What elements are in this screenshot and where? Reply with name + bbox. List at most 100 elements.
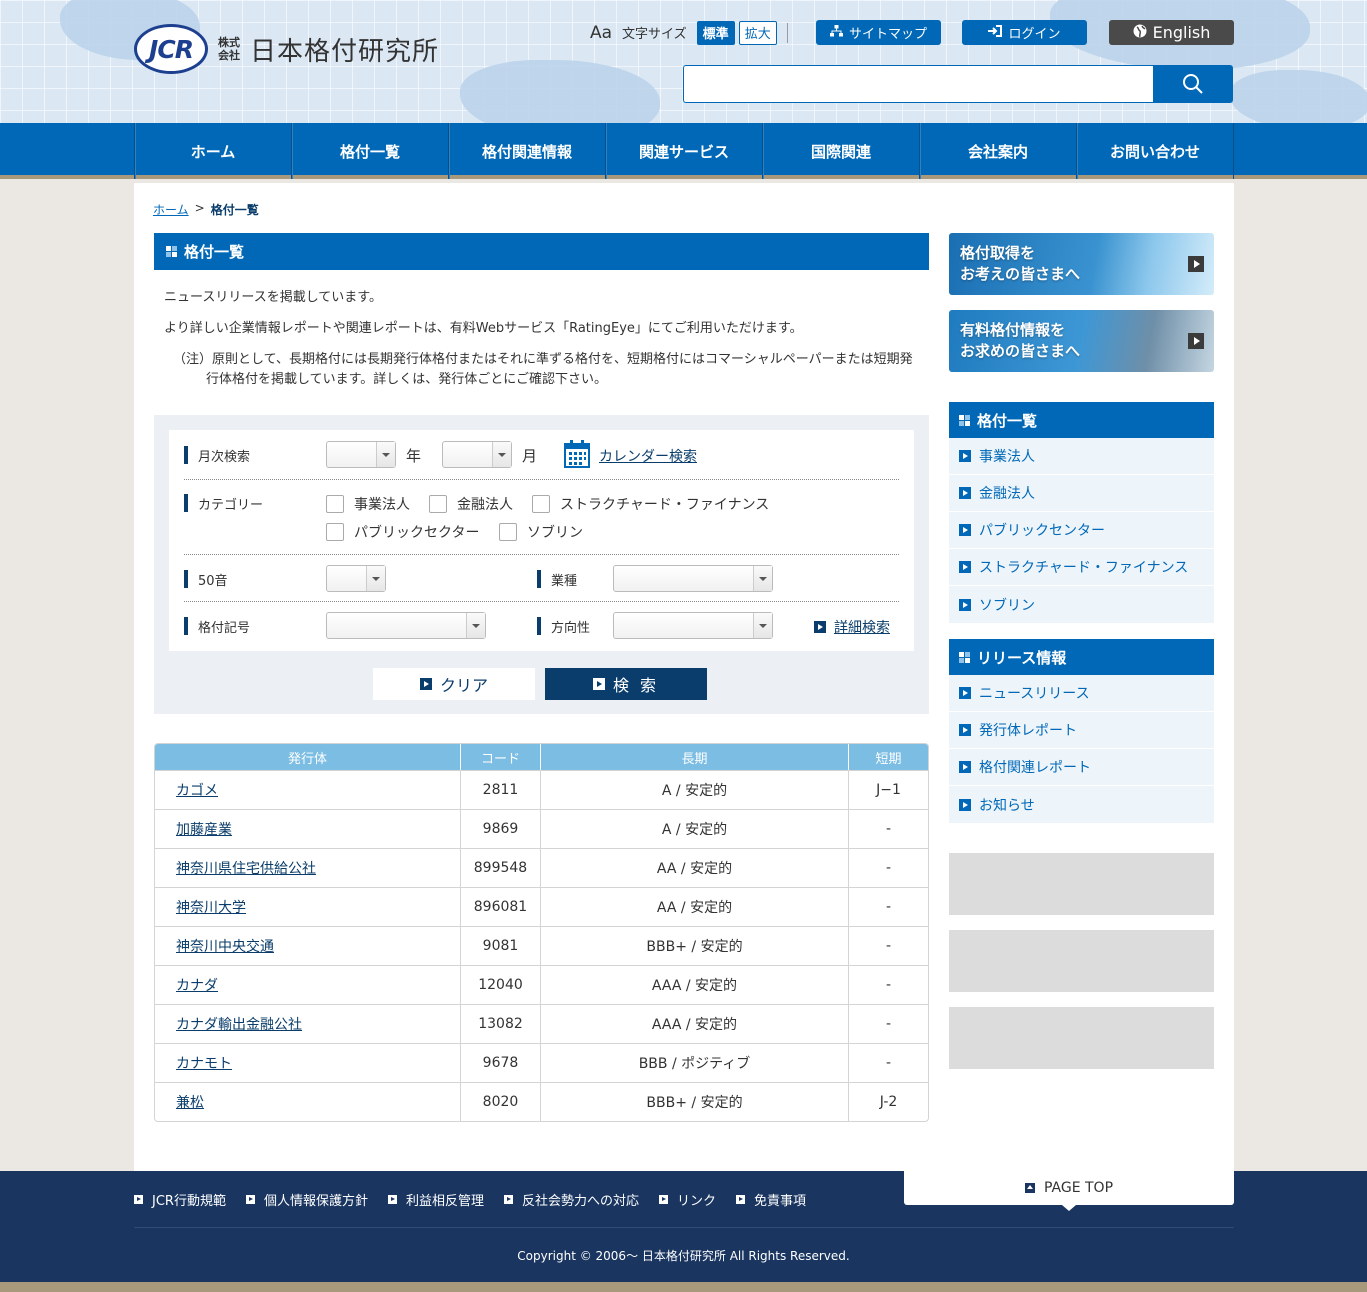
issuer-link[interactable]: 神奈川中央交通 [176,939,274,955]
banner-placeholder[interactable] [949,1007,1214,1069]
font-standard-button[interactable]: 標準 [696,20,735,45]
issuer-link[interactable]: カナダ [176,978,218,994]
banner-line: 格付取得を [960,244,1036,262]
login-button[interactable]: ログイン [962,20,1087,45]
long-term-cell: A / 安定的 [541,770,849,809]
footer-link-antisocial[interactable]: 反社会勢力への対応 [503,1190,639,1209]
arrow-right-icon [959,450,971,462]
arrow-right-icon [245,1195,255,1204]
sidebar-item-label: お知らせ [979,797,1035,814]
search-icon [1183,74,1203,94]
sidebar-item-notice[interactable]: お知らせ [949,786,1214,823]
search-button[interactable] [1153,65,1233,103]
issuer-link[interactable]: 兼松 [176,1095,204,1111]
calendar-search-link[interactable]: カレンダー検索 [599,446,697,466]
kana-select[interactable] [326,565,386,592]
direction-select[interactable] [613,612,773,639]
long-term-cell: AAA / 安定的 [541,1004,849,1043]
font-large-button[interactable]: 拡大 [738,20,777,45]
footer-link-privacy[interactable]: 個人情報保護方針 [245,1190,368,1209]
long-term-cell: AA / 安定的 [541,887,849,926]
banner-placeholder[interactable] [949,853,1214,915]
page-top-button[interactable]: PAGE TOP [904,1171,1234,1211]
search-submit-button[interactable]: 検 索 [545,668,707,700]
monthly-search-row: 月次検索 年 月 カレンダー検索 [184,430,899,480]
detail-search-link[interactable]: 詳細検索 [834,617,890,637]
chevron-down-icon [472,624,480,628]
issuer-link[interactable]: 加藤産業 [176,822,232,838]
arrow-right-icon [959,487,971,499]
sidebar-heading-text: リリース情報 [977,648,1067,667]
issuer-link[interactable]: 神奈川大学 [176,900,246,916]
sitemap-label: サイトマップ [848,27,927,42]
nav-rating-info[interactable]: 格付関連情報 [449,123,606,179]
calendar-icon[interactable] [564,440,590,472]
footer-link-links[interactable]: リンク [659,1190,716,1209]
sidebar-item-label: 金融法人 [979,486,1035,502]
sitemap-button[interactable]: サイトマップ [816,20,941,45]
footer-link-disclaimer[interactable]: 免責事項 [736,1190,806,1209]
nav-services[interactable]: 関連サービス [606,123,763,179]
nav-home[interactable]: ホーム [135,123,292,179]
arrow-right-icon [387,1195,397,1204]
sidebar-item-public[interactable]: パブリックセンター [949,512,1214,549]
sidebar-item-financial[interactable]: 金融法人 [949,475,1214,512]
banner-placeholder[interactable] [949,930,1214,992]
nav-international[interactable]: 国際関連 [763,123,920,179]
font-size-icon: Aa [590,22,613,43]
checkbox[interactable] [532,495,550,513]
checkbox[interactable] [326,495,344,513]
banner-get-rating[interactable]: 格付取得を お考えの皆さまへ [949,233,1214,295]
arrow-right-icon [959,687,971,699]
search-input[interactable] [683,65,1153,103]
category-checkbox-sovereign[interactable]: ソブリン [499,522,583,542]
nav-company[interactable]: 会社案内 [920,123,1077,179]
english-button[interactable]: English [1109,20,1234,45]
category-checkbox-public[interactable]: パブリックセクター [326,522,479,542]
sidebar-item-corporate[interactable]: 事業法人 [949,438,1214,475]
sidebar-item-issuer-report[interactable]: 発行体レポート [949,712,1214,749]
month-suffix: 月 [522,447,538,465]
category-checkbox-corporate[interactable]: 事業法人 [326,494,410,514]
footer-link-conflict[interactable]: 利益相反管理 [387,1190,484,1209]
table-row: 神奈川大学 896081 AA / 安定的 - [155,887,928,926]
sidebar-item-structured[interactable]: ストラクチャード・ファイナンス [949,549,1214,586]
login-label: ログイン [1008,27,1061,42]
detail-search[interactable]: 詳細検索 [814,617,890,637]
globe-icon [1133,24,1147,41]
nav-rating-list[interactable]: 格付一覧 [292,123,449,179]
category-checkbox-structured[interactable]: ストラクチャード・ファイナンス [532,494,769,514]
breadcrumb: ホーム > 格付一覧 [153,201,259,218]
code-cell: 13082 [461,1004,541,1043]
industry-select[interactable] [613,565,773,592]
month-select[interactable] [442,441,512,468]
checkbox[interactable] [429,495,447,513]
nav-contact[interactable]: お問い合わせ [1077,123,1234,179]
rating-symbol-label: 格付記号 [184,617,250,636]
sidebar-heading-text: 格付一覧 [977,411,1038,430]
clear-button[interactable]: クリア [373,668,535,700]
issuer-link[interactable]: カナモト [176,1056,232,1072]
footer-link-label: リンク [677,1194,717,1209]
checkbox-label: 金融法人 [457,497,513,513]
banner-paid-info[interactable]: 有料格付情報を お求めの皆さまへ [949,310,1214,372]
issuer-cell: 神奈川中央交通 [155,926,461,965]
rating-symbol-select[interactable] [326,612,486,639]
code-cell: 9678 [461,1043,541,1082]
year-select[interactable] [326,441,396,468]
issuer-link[interactable]: カナダ輸出金融公社 [176,1017,302,1033]
footer-link-code-of-conduct[interactable]: JCR行動規範 [134,1190,226,1209]
search-form: 月次検索 年 月 カレンダー検索 カテゴリー 事業法人 金融法人 ストラクチャー… [169,430,914,651]
site-logo[interactable]: JCR 株式会社 日本格付研究所 [134,24,439,74]
checkbox[interactable] [326,523,344,541]
sidebar-item-sovereign[interactable]: ソブリン [949,586,1214,623]
checkbox[interactable] [499,523,517,541]
breadcrumb-home[interactable]: ホーム [153,201,189,218]
category-checkbox-financial[interactable]: 金融法人 [429,494,513,514]
sidebar-item-news[interactable]: ニュースリリース [949,675,1214,712]
site-search [683,65,1233,103]
issuer-link[interactable]: カゴメ [176,783,218,799]
font-size-tools: Aa 文字サイズ 標準 拡大 [590,20,798,45]
issuer-link[interactable]: 神奈川県住宅供給公社 [176,861,316,877]
sidebar-item-rating-report[interactable]: 格付関連レポート [949,749,1214,786]
